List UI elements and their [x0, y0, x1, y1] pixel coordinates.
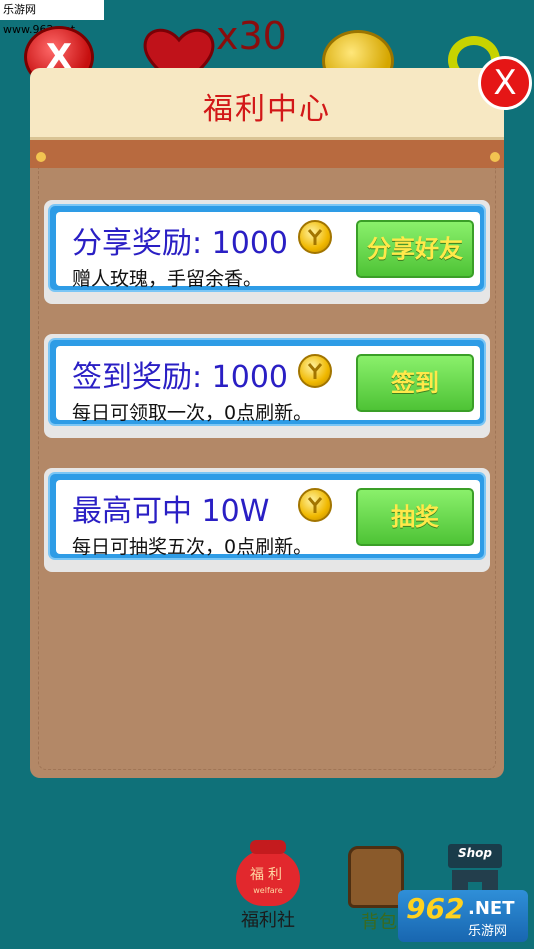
check-in-button[interactable]: 签到 — [356, 354, 474, 412]
bag-tie — [250, 840, 286, 854]
reward-card-lottery: 最高可中 10W 每日可抽奖五次，0点刷新。 抽奖 — [44, 468, 490, 572]
reward-card-share: 分享奖励: 1000 赠人玫瑰，手留余香。 分享好友 — [44, 200, 490, 304]
rivet-icon — [36, 152, 46, 162]
backpack-icon — [348, 846, 404, 908]
close-button[interactable]: X — [478, 56, 532, 110]
nav-welfare-label: 福利社 — [241, 910, 295, 931]
watermark-bottom: 962 .NET 乐游网 — [398, 890, 528, 942]
card-face: 签到奖励: 1000 每日可领取一次，0点刷新。 签到 — [56, 346, 480, 424]
shop-sign: Shop — [457, 846, 493, 860]
welfare-bag-icon: 福利 welfare — [236, 840, 300, 906]
nav-welfare[interactable]: 福利 welfare 福利社 — [232, 840, 304, 932]
card-face: 最高可中 10W 每日可抽奖五次，0点刷新。 抽奖 — [56, 480, 480, 558]
dialog-title: 福利中心 — [203, 92, 331, 127]
reward-description: 每日可领取一次，0点刷新。 — [72, 402, 313, 424]
watermark-net: .NET — [468, 898, 515, 919]
gold-coin-icon — [298, 220, 332, 254]
reward-description: 赠人玫瑰，手留余香。 — [72, 268, 263, 290]
lives-count: x30 — [216, 14, 287, 58]
reward-description: 每日可抽奖五次，0点刷新。 — [72, 536, 313, 558]
lottery-button[interactable]: 抽奖 — [356, 488, 474, 546]
reward-card-checkin: 签到奖励: 1000 每日可领取一次，0点刷新。 签到 — [44, 334, 490, 438]
reward-title: 签到奖励: 1000 — [72, 360, 288, 395]
card-frame: 分享奖励: 1000 赠人玫瑰，手留余香。 分享好友 — [48, 204, 486, 292]
bag-subtext: welfare — [253, 886, 283, 895]
gold-coin-icon — [298, 488, 332, 522]
watermark-name: 乐游网 — [468, 924, 508, 939]
card-face: 分享奖励: 1000 赠人玫瑰，手留余香。 分享好友 — [56, 212, 480, 290]
dialog-strip — [30, 140, 504, 168]
reward-title: 分享奖励: 1000 — [72, 226, 288, 261]
watermark-top: 乐游网 www.962.net — [0, 0, 104, 36]
card-frame: 最高可中 10W 每日可抽奖五次，0点刷新。 抽奖 — [48, 472, 486, 560]
reward-title: 最高可中 10W — [72, 494, 270, 529]
bag-text: 福利 — [250, 867, 286, 883]
dialog-header: 福利中心 — [30, 68, 504, 140]
share-friends-button[interactable]: 分享好友 — [356, 220, 474, 278]
card-frame: 签到奖励: 1000 每日可领取一次，0点刷新。 签到 — [48, 338, 486, 426]
rivet-icon — [490, 152, 500, 162]
watermark-brand: 962 — [406, 892, 465, 925]
gold-coin-icon — [298, 354, 332, 388]
